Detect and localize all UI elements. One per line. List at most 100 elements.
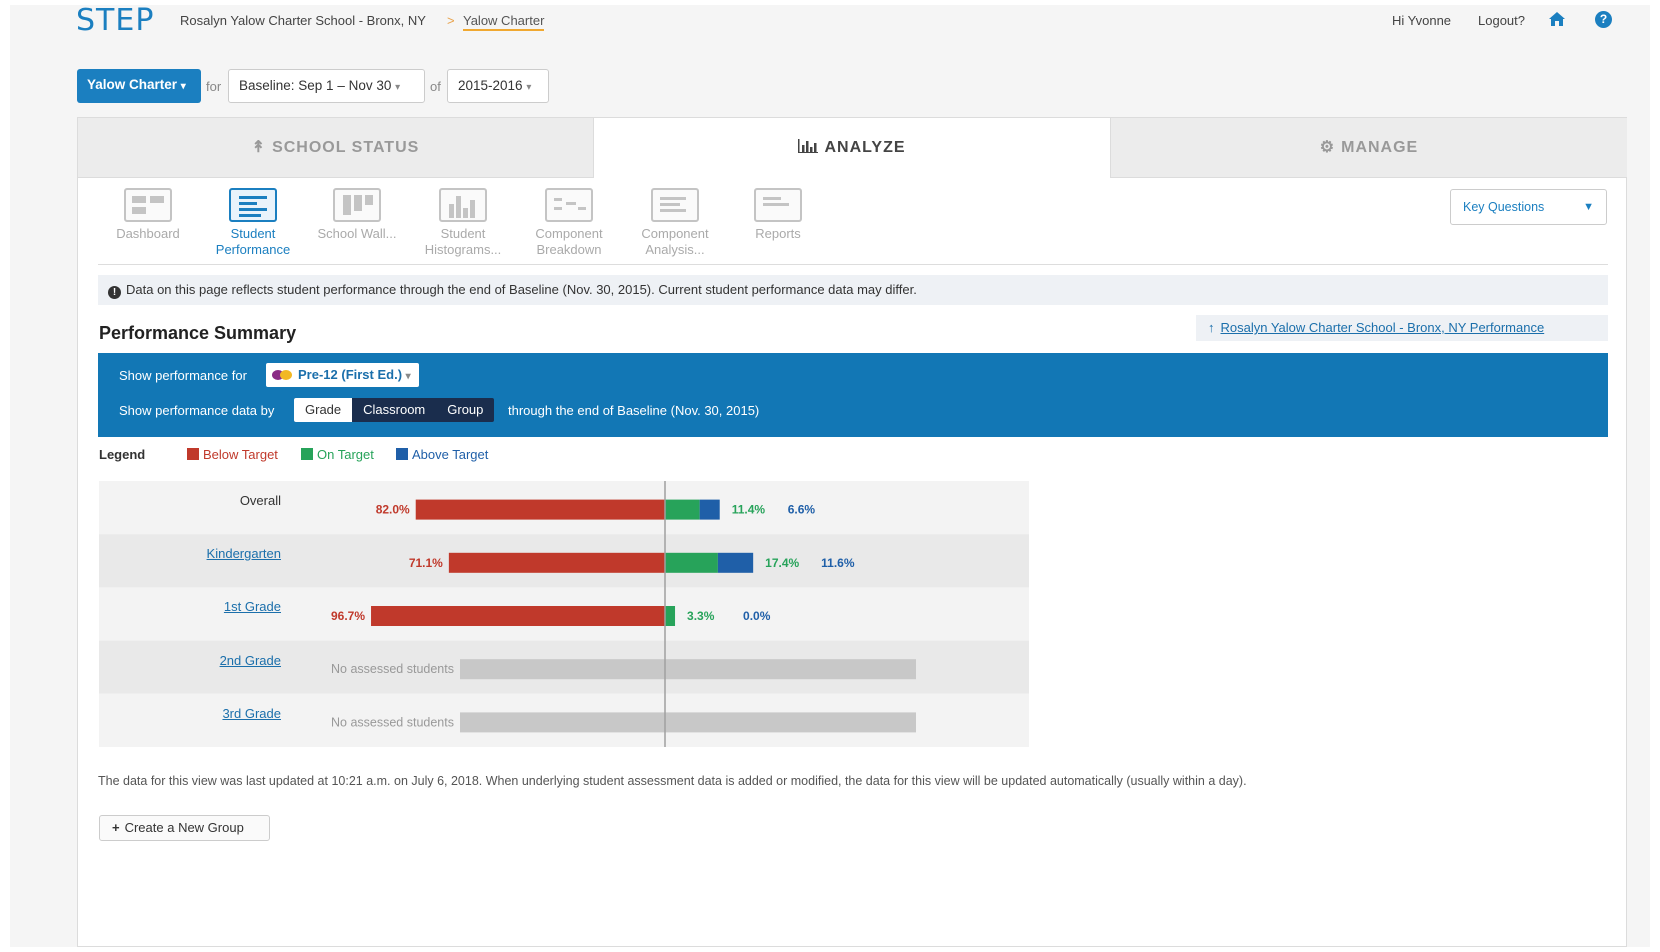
arrow-up-icon: ↑ [1208,320,1215,335]
key-questions-label: Key Questions [1463,200,1545,214]
performance-filter-panel: Show performance for Pre-12 (First Ed.) … [98,353,1608,437]
chart-category-label: Overall [239,493,281,508]
year-dropdown[interactable]: 2015-2016 ▾ [447,69,549,103]
chart-category-label[interactable]: 2nd Grade [99,653,281,668]
label-above-target: 11.6% [821,556,855,570]
tab-analyze[interactable]: ANALYZE [594,118,1110,178]
legend-label: Above Target [412,447,489,462]
subnav-label-2: Breakdown [536,242,602,257]
subnav-component-breakdown[interactable]: Component Breakdown [524,188,614,258]
logout-link[interactable]: Logout? [1478,13,1525,28]
subnav-label: Component [641,226,709,241]
show-for-label: Show performance for [119,368,247,383]
subnav-reports[interactable]: Reports [738,188,818,242]
chart-category-label[interactable]: Kindergarten [99,546,281,561]
legend-item-above: Above Target [396,447,488,462]
histogram-icon [439,188,487,222]
breadcrumb-school[interactable]: Rosalyn Yalow Charter School - Bronx, NY [180,13,426,28]
breadcrumb-separator: > [447,13,455,28]
gear-icon: ⚙ [1319,139,1336,156]
no-data-label: No assessed students [331,715,454,729]
label-below-target: 96.7% [331,609,365,623]
legend-item-below: Below Target [187,447,278,462]
student-performance-icon [229,188,277,222]
of-label: of [430,79,441,94]
info-icon: ! [108,286,121,299]
show-by-toggle: Grade Classroom Group [294,398,495,422]
chart-category-label[interactable]: 1st Grade [99,599,281,614]
school-wall-icon [333,188,381,222]
create-group-button[interactable]: + Create a New Group [99,815,270,841]
program-color-dot [280,370,292,380]
reports-icon [754,188,802,222]
year-dropdown-label: 2015-2016 [458,78,523,93]
notice-text: Data on this page reflects student perfo… [126,282,917,297]
last-updated-text: The data for this view was last updated … [98,774,1247,788]
no-data-bar [460,712,916,733]
bar-on-target [665,499,700,520]
pin-icon: ↟ [251,139,267,156]
subnav-student-performance[interactable]: Student Performance [208,188,298,258]
label-on-target: 11.4% [732,503,766,517]
legend-label: On Target [317,447,374,462]
chevron-down-icon: ▾ [395,82,401,93]
performance-summary-title: Performance Summary [99,323,297,343]
subnav-label-2: Analysis... [645,242,705,257]
tab-manage-label: MANAGE [1341,139,1419,156]
subnav-label-2: Performance [215,242,291,257]
page-canvas: STEP Rosalyn Yalow Charter School - Bron… [10,3,1650,947]
toggle-classroom[interactable]: Classroom [352,398,436,422]
bar-below-target [371,606,665,626]
label-below-target: 71.1% [409,556,443,570]
school-dropdown[interactable]: Yalow Charter ▾ [77,69,201,103]
plus-icon: + [112,820,120,835]
chevron-down-icon: ▾ [526,82,532,93]
performance-chart: 82.0% 11.4% 6.6% 71.1% 17.4% 11.6% 96.7% 3.3% 0.… [99,481,1029,747]
label-above-target: 0.0% [743,609,771,623]
toggle-group[interactable]: Group [436,398,494,422]
legend-label: Below Target [203,447,278,462]
legend-swatch [396,448,408,460]
subnav-school-wall[interactable]: School Wall... [312,188,402,242]
greeting-text: Hi Yvonne [1392,13,1452,28]
subnav-label: Dashboard [116,226,180,241]
create-group-label: Create a New Group [124,820,244,835]
subnav-label: Student [440,226,486,241]
program-dropdown[interactable]: Pre-12 (First Ed.) ▾ [266,363,419,387]
school-dropdown-label: Yalow Charter [87,77,178,92]
subnav-student-histograms[interactable]: Student Histograms... [418,188,508,258]
program-dropdown-label: Pre-12 (First Ed.) [298,367,403,382]
breadcrumb-current[interactable]: Yalow Charter [463,13,545,31]
school-performance-link-text: Rosalyn Yalow Charter School - Bronx, NY… [1220,320,1545,335]
bar-above-target [717,552,754,573]
key-questions-dropdown[interactable]: Key Questions ▼ [1450,189,1607,225]
main-card: ↟ SCHOOL STATUS ANALYZE ⚙ MANAGE Dashboard… [77,117,1627,947]
period-dropdown-label: Baseline: Sep 1 – Nov 30 [239,78,392,93]
tab-manage[interactable]: ⚙ MANAGE [1110,118,1627,178]
subnav-label-2: Histograms... [424,242,502,257]
home-icon[interactable] [1548,11,1566,27]
label-above-target: 6.6% [788,503,816,517]
caret-down-icon: ▼ [1583,201,1594,213]
school-performance-link[interactable]: ↑ Rosalyn Yalow Charter School - Bronx, N… [1196,315,1608,341]
bar-below-target [448,552,665,573]
tab-school-status-label: SCHOOL STATUS [272,139,420,156]
subnav-label: Component [535,226,603,241]
bar-on-target [665,606,676,626]
tab-school-status[interactable]: ↟ SCHOOL STATUS [78,118,594,178]
legend-swatch [301,448,313,460]
subnav-label: School Wall... [317,226,397,241]
subnav-dashboard[interactable]: Dashboard [108,188,188,242]
no-data-label: No assessed students [331,662,454,676]
help-icon[interactable]: ? [1595,11,1612,28]
chart-category-label[interactable]: 3rd Grade [99,706,281,721]
period-dropdown[interactable]: Baseline: Sep 1 – Nov 30 ▾ [228,69,425,103]
step-logo[interactable]: STEP [76,3,154,38]
data-notice: ! Data on this page reflects student perf… [98,275,1608,305]
toggle-grade[interactable]: Grade [294,398,353,422]
subnav-component-analysis[interactable]: Component Analysis... [630,188,720,258]
through-text: through the end of Baseline (Nov. 30, 20… [508,403,760,418]
dashboard-icon [124,188,172,222]
bar-chart-icon [798,139,819,153]
for-label: for [206,79,222,94]
